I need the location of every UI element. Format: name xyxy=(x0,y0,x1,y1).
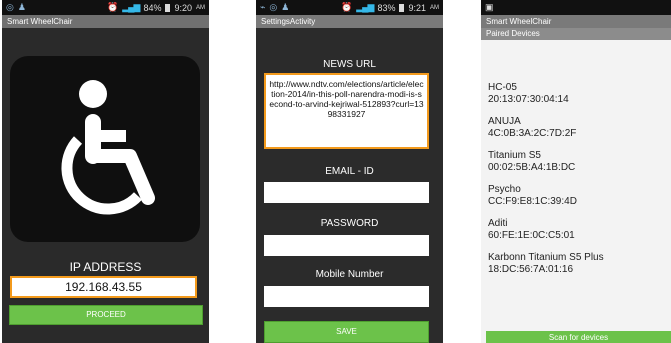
phone-screen-paired-devices: ▣ Smart WheelChair Paired Devices HC-05 … xyxy=(481,0,671,343)
status-bar: ⌁ ◎ ♟ ⏰ ▂▄▆ 83% 9:21 AM xyxy=(256,0,443,15)
email-label: EMAIL - ID xyxy=(325,166,374,177)
clock: 9:20 xyxy=(174,2,192,13)
scan-devices-button[interactable]: Scan for devices xyxy=(486,331,671,343)
app-title: Smart WheelChair xyxy=(2,15,209,28)
device-name: HC-05 xyxy=(488,82,517,93)
proceed-button[interactable]: PROCEED xyxy=(9,305,203,325)
email-field[interactable] xyxy=(264,182,429,203)
device-address: 4C:0B:3A:2C:7D:2F xyxy=(488,128,577,139)
notification-icon: ◎ xyxy=(6,2,14,12)
signal-icon: ▂▄▆ xyxy=(122,2,140,12)
device-name: Psycho xyxy=(488,184,521,195)
password-label: PASSWORD xyxy=(320,218,379,229)
clock-ampm: AM xyxy=(196,4,205,11)
save-button[interactable]: SAVE xyxy=(264,321,429,343)
mobile-number-label: Mobile Number xyxy=(315,269,384,280)
ip-address-label: IP ADDRESS xyxy=(69,260,142,274)
password-field[interactable] xyxy=(264,235,429,256)
status-bar: ▣ xyxy=(481,0,671,15)
screenshot-icon: ▣ xyxy=(485,2,494,12)
device-name: Aditi xyxy=(488,218,508,229)
alarm-icon: ⏰ xyxy=(107,2,119,12)
signal-icon: ▂▄▆ xyxy=(356,2,374,12)
android-icon: ♟ xyxy=(281,2,290,12)
device-address: 60:FE:1E:0C:C5:01 xyxy=(488,230,575,241)
ip-address-input[interactable]: 192.168.43.55 xyxy=(10,276,197,298)
news-url-input[interactable]: http://www.ndtv.com/elections/article/el… xyxy=(264,73,429,149)
app-title: Smart WheelChair xyxy=(481,15,671,28)
device-name: ANUJA xyxy=(488,116,521,127)
paired-devices-header: Paired Devices xyxy=(481,28,671,40)
device-address: 18:DC:56:7A:01:16 xyxy=(488,264,574,275)
status-bar: ◎ ♟ ⏰ ▂▄▆ 84% 9:20 AM xyxy=(2,0,209,15)
phone-screen-settings: ⌁ ◎ ♟ ⏰ ▂▄▆ 83% 9:21 AM SettingsActivity N… xyxy=(256,0,443,343)
device-address: 20:13:07:30:04:14 xyxy=(488,94,569,105)
battery-icon xyxy=(165,3,171,12)
device-item[interactable]: Psycho CC:F9:E8:1C:39:4D xyxy=(481,184,671,218)
news-url-label: NEWS URL xyxy=(323,59,376,70)
device-address: 00:02:5B:A4:1B:DC xyxy=(488,162,576,173)
mobile-number-field[interactable] xyxy=(264,286,429,307)
battery-percent: 84% xyxy=(143,2,162,13)
alarm-icon: ⏰ xyxy=(341,2,353,12)
device-address: CC:F9:E8:1C:39:4D xyxy=(488,196,577,207)
wheelchair-icon xyxy=(61,80,155,215)
device-item[interactable]: ANUJA 4C:0B:3A:2C:7D:2F xyxy=(481,116,671,150)
device-name: Titanium S5 xyxy=(488,150,541,161)
clock-ampm: AM xyxy=(430,4,439,11)
device-list: HC-05 20:13:07:30:04:14 ANUJA 4C:0B:3A:2… xyxy=(481,82,671,286)
phone-screen-connect: ◎ ♟ ⏰ ▂▄▆ 84% 9:20 AM Smart WheelChair IP… xyxy=(2,0,209,343)
device-item[interactable]: Titanium S5 00:02:5B:A4:1B:DC xyxy=(481,150,671,184)
battery-percent: 83% xyxy=(377,2,396,13)
usb-icon: ⌁ xyxy=(260,2,266,12)
notification-icon: ◎ xyxy=(269,2,278,12)
device-name: Karbonn Titanium S5 Plus xyxy=(488,252,604,263)
battery-icon xyxy=(399,3,405,12)
activity-title: SettingsActivity xyxy=(256,15,443,28)
wheelchair-logo xyxy=(10,56,200,242)
device-item[interactable]: HC-05 20:13:07:30:04:14 xyxy=(481,82,671,116)
device-item[interactable]: Karbonn Titanium S5 Plus 18:DC:56:7A:01:… xyxy=(481,252,671,286)
clock: 9:21 xyxy=(408,2,426,13)
device-item[interactable]: Aditi 60:FE:1E:0C:C5:01 xyxy=(481,218,671,252)
android-icon: ♟ xyxy=(17,2,26,12)
